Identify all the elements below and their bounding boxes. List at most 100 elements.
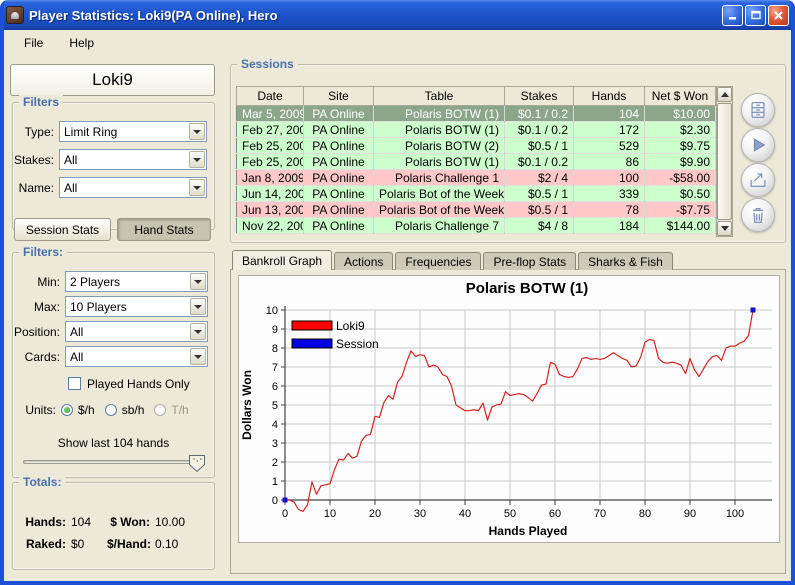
svg-text:80: 80 bbox=[639, 508, 651, 520]
column-header[interactable]: Net $ Won bbox=[645, 87, 716, 106]
played-hands-only-checkbox[interactable] bbox=[68, 377, 81, 390]
tab-sharks-fish[interactable]: Sharks & Fish bbox=[578, 252, 673, 270]
tab-bankroll-graph[interactable]: Bankroll Graph bbox=[232, 250, 332, 270]
table-row[interactable]: Jan 8, 2009PA OnlinePolaris Challenge 1$… bbox=[237, 170, 716, 186]
table-cell: Jan 8, 2009 bbox=[237, 170, 304, 186]
played-hands-only-label: Played Hands Only bbox=[87, 377, 190, 391]
minimize-icon bbox=[727, 9, 739, 21]
y-axis-label: Dollars Won bbox=[240, 370, 254, 440]
column-header[interactable]: Stakes bbox=[505, 87, 574, 106]
svg-text:9: 9 bbox=[272, 324, 278, 336]
table-cell: $0.1 / 0.2 bbox=[505, 154, 574, 170]
table-cell: $10.00 bbox=[645, 106, 716, 122]
table-cell: Mar 5, 2009 bbox=[237, 106, 304, 122]
maximize-icon bbox=[750, 9, 762, 21]
menu-file[interactable]: File bbox=[16, 34, 51, 52]
svg-text:2: 2 bbox=[272, 457, 278, 469]
main-area: File Help Loki9 Filters Type: Limit Ring… bbox=[4, 30, 791, 581]
type-combo[interactable]: Limit Ring bbox=[59, 121, 207, 142]
position-combo[interactable]: All bbox=[65, 321, 208, 342]
session-stats-button[interactable]: Session Stats bbox=[14, 218, 111, 241]
session-details-button[interactable] bbox=[741, 93, 775, 127]
name-combo[interactable]: All bbox=[59, 177, 207, 198]
table-cell: Jun 14, 2008 bbox=[237, 186, 304, 202]
units-dollar-label: $/h bbox=[78, 403, 95, 417]
replay-session-button[interactable] bbox=[741, 128, 775, 162]
table-cell: Feb 25, 2009 bbox=[237, 138, 304, 154]
tab-preflop-stats[interactable]: Pre-flop Stats bbox=[483, 252, 576, 270]
svg-text:0: 0 bbox=[282, 508, 288, 520]
player-name-box[interactable]: Loki9 bbox=[10, 64, 215, 96]
scroll-down-button[interactable] bbox=[717, 221, 732, 236]
table-cell: $0.1 / 0.2 bbox=[505, 106, 574, 122]
legend-label: Session bbox=[336, 337, 379, 351]
table-cell: Polaris BOTW (1) bbox=[374, 122, 505, 138]
scroll-up-button[interactable] bbox=[717, 87, 732, 102]
units-sb-radio[interactable] bbox=[105, 404, 117, 416]
min-players-value: 2 Players bbox=[70, 275, 189, 289]
name-label: Name: bbox=[13, 181, 59, 195]
window-title: Player Statistics: Loki9(PA Online), Her… bbox=[29, 8, 720, 23]
svg-text:90: 90 bbox=[684, 508, 696, 520]
units-t-label: T/h bbox=[171, 403, 188, 417]
column-header[interactable]: Hands bbox=[574, 87, 645, 106]
table-cell: 529 bbox=[574, 138, 645, 154]
svg-text:50: 50 bbox=[504, 508, 516, 520]
chevron-down-icon[interactable] bbox=[190, 323, 206, 340]
tab-actions[interactable]: Actions bbox=[334, 252, 393, 270]
hand-filters-group: Filters: Min: 2 Players Max: 10 Players … bbox=[12, 252, 215, 478]
table-scrollbar[interactable] bbox=[716, 86, 733, 237]
export-session-button[interactable] bbox=[741, 163, 775, 197]
chevron-down-icon[interactable] bbox=[190, 348, 206, 365]
trash-icon bbox=[747, 204, 769, 226]
minimize-button[interactable] bbox=[722, 5, 743, 26]
maximize-button[interactable] bbox=[745, 5, 766, 26]
column-header[interactable]: Date bbox=[237, 87, 304, 106]
chevron-down-icon[interactable] bbox=[189, 123, 205, 140]
chevron-down-icon[interactable] bbox=[189, 151, 205, 168]
table-row[interactable]: Mar 5, 2009PA OnlinePolaris BOTW (1)$0.1… bbox=[237, 106, 716, 122]
table-cell: Polaris BOTW (2) bbox=[374, 138, 505, 154]
table-row[interactable]: Feb 27, 2009PA OnlinePolaris BOTW (1)$0.… bbox=[237, 122, 716, 138]
table-row[interactable]: Feb 25, 2009PA OnlinePolaris BOTW (2)$0.… bbox=[237, 138, 716, 154]
column-header[interactable]: Site bbox=[304, 87, 374, 106]
cards-combo[interactable]: All bbox=[65, 346, 208, 367]
svg-text:7: 7 bbox=[272, 362, 278, 374]
slider-thumb[interactable] bbox=[188, 454, 206, 473]
table-cell: $4 / 8 bbox=[505, 218, 574, 234]
totals-perhand-value: 0.10 bbox=[155, 537, 178, 551]
table-row[interactable]: Jun 13, 2008PA OnlinePolaris Bot of the … bbox=[237, 202, 716, 218]
table-cell: PA Online bbox=[304, 154, 374, 170]
column-header[interactable]: Table bbox=[374, 87, 505, 106]
table-row[interactable]: Nov 22, 2007PA OnlinePolaris Challenge 7… bbox=[237, 218, 716, 234]
max-players-combo[interactable]: 10 Players bbox=[65, 296, 208, 317]
filters-group: Filters Type: Limit Ring Stakes: All Nam… bbox=[12, 102, 215, 230]
table-row[interactable]: Jun 14, 2008PA OnlinePolaris Bot of the … bbox=[237, 186, 716, 202]
menu-help[interactable]: Help bbox=[61, 34, 102, 52]
close-button[interactable] bbox=[768, 5, 789, 26]
type-combo-value: Limit Ring bbox=[64, 125, 188, 139]
table-cell: 172 bbox=[574, 122, 645, 138]
menubar: File Help bbox=[4, 30, 791, 56]
hand-filters-group-label: Filters: bbox=[19, 245, 67, 259]
hand-stats-button[interactable]: Hand Stats bbox=[117, 218, 211, 241]
table-row[interactable]: Feb 25, 2009PA OnlinePolaris BOTW (1)$0.… bbox=[237, 154, 716, 170]
delete-session-button[interactable] bbox=[741, 198, 775, 232]
chevron-down-icon[interactable] bbox=[190, 298, 206, 315]
scrollbar-thumb[interactable] bbox=[717, 103, 732, 220]
min-players-combo[interactable]: 2 Players bbox=[65, 271, 208, 292]
tab-frequencies[interactable]: Frequencies bbox=[395, 252, 481, 270]
hands-slider[interactable] bbox=[23, 460, 203, 464]
stakes-combo[interactable]: All bbox=[59, 149, 207, 170]
svg-text:100: 100 bbox=[726, 508, 744, 520]
table-cell: PA Online bbox=[304, 218, 374, 234]
chevron-down-icon[interactable] bbox=[190, 273, 206, 290]
units-dollar-radio[interactable] bbox=[61, 404, 73, 416]
svg-text:6: 6 bbox=[272, 381, 278, 393]
table-cell: 184 bbox=[574, 218, 645, 234]
chevron-down-icon[interactable] bbox=[189, 179, 205, 196]
table-cell: -$58.00 bbox=[645, 170, 716, 186]
name-combo-value: All bbox=[64, 181, 188, 195]
table-cell: PA Online bbox=[304, 138, 374, 154]
app-icon bbox=[6, 6, 24, 24]
